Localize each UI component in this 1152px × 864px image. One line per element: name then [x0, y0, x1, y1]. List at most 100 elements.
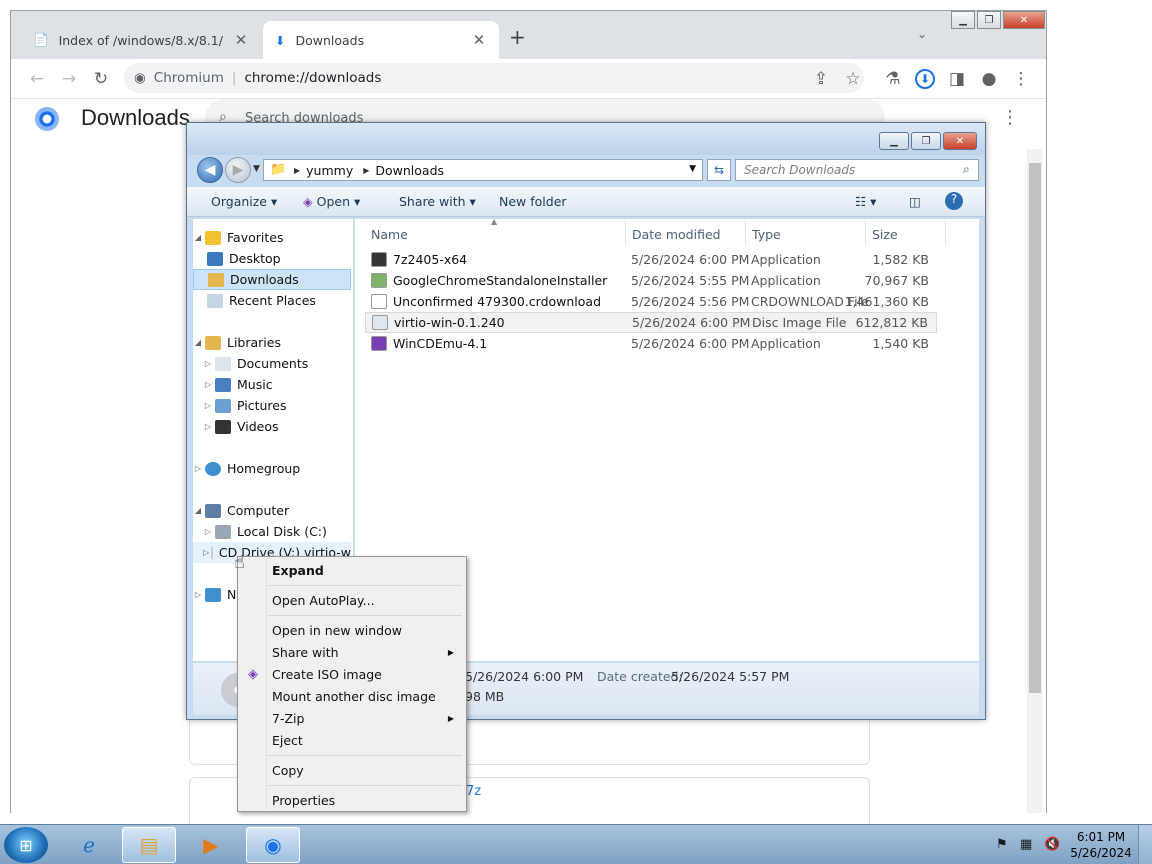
scrollbar-thumb[interactable] [1029, 163, 1041, 693]
menu-item-create-iso[interactable]: ◈ Create ISO image [240, 663, 464, 685]
recent-places-icon [207, 293, 223, 308]
reload-icon[interactable]: ↻ [89, 67, 113, 91]
show-desktop-button[interactable] [1138, 825, 1152, 864]
omnibox-url: chrome://downloads [244, 70, 382, 86]
nav-videos[interactable]: ▷ Videos [193, 416, 351, 437]
address-bar[interactable]: 📁 ▶ yummy ▶ Downloads ▼ [263, 159, 703, 181]
nav-favorites[interactable]: ◢ Favorites [193, 227, 351, 248]
breadcrumb-item[interactable]: yummy [306, 163, 353, 178]
bookmark-star-icon[interactable]: ☆ [841, 67, 865, 91]
preview-pane-icon[interactable]: ◫ [909, 194, 921, 209]
volume-muted-icon[interactable]: 🔇 [1044, 837, 1060, 852]
file-row[interactable]: Unconfirmed 479300.crdownload 5/26/2024 … [365, 291, 937, 312]
file-row[interactable]: GoogleChromeStandaloneInstaller 5/26/202… [365, 270, 937, 291]
nav-downloads[interactable]: Downloads [193, 269, 351, 290]
nav-homegroup[interactable]: ▷ Homegroup [193, 458, 351, 479]
folder-icon: 📁 [270, 162, 287, 177]
profile-avatar-icon[interactable]: ● [977, 67, 1001, 91]
side-panel-icon[interactable]: ◨ [945, 67, 969, 91]
page-title: Downloads [81, 105, 190, 130]
recent-pages-icon[interactable]: ▼ [253, 164, 260, 174]
menu-item-share-with[interactable]: Share with ▶ [240, 641, 464, 663]
column-name[interactable]: Name [371, 227, 408, 242]
more-actions-icon[interactable]: ⋮ [1001, 107, 1019, 128]
close-window-button[interactable]: ✕ [943, 132, 977, 150]
column-date-modified[interactable]: Date modified [632, 227, 721, 242]
breadcrumb-item[interactable]: Downloads [375, 163, 444, 178]
column-size[interactable]: Size [872, 227, 898, 242]
minimize-button[interactable]: ▁ [879, 132, 909, 150]
minimize-button[interactable]: ▁ [951, 11, 975, 29]
clock[interactable]: 6:01 PM 5/26/2024 [1066, 829, 1136, 861]
new-tab-button[interactable]: + [509, 25, 526, 49]
tab-index[interactable]: 📄 Index of /windows/8.x/8.1/ ✕ [21, 21, 261, 59]
nav-music[interactable]: ▷ Music [193, 374, 351, 395]
download-icon: ⬇ [275, 32, 286, 48]
downloads-icon[interactable]: ⬇ [915, 69, 935, 89]
explorer-search-input[interactable]: Search Downloads [735, 159, 979, 181]
hand-cursor-icon: ☝ [234, 552, 245, 573]
back-icon[interactable]: ◀ [197, 157, 223, 183]
wincdemu-icon: ◈ [303, 194, 313, 209]
view-options-icon[interactable]: ☷ ▾ [855, 194, 876, 209]
open-button[interactable]: ◈ Open ▾ [303, 194, 360, 209]
download-filename-link[interactable]: 7z [466, 784, 481, 799]
action-center-flag-icon[interactable]: ⚑ [996, 837, 1008, 852]
refresh-icon[interactable]: ⇆ [707, 159, 731, 181]
7zip-icon [371, 252, 387, 267]
menu-item-open-new-window[interactable]: Open in new window [240, 619, 464, 641]
start-button[interactable]: ⊞ [4, 827, 48, 863]
star-icon [205, 230, 221, 245]
nav-documents[interactable]: ▷ Documents [193, 353, 351, 374]
omnibox[interactable]: ◉ Chromium | chrome://downloads [124, 63, 864, 93]
nav-desktop[interactable]: Desktop [193, 248, 351, 269]
pictures-icon [215, 398, 231, 413]
file-row[interactable]: 7z2405-x64 5/26/2024 6:00 PM Application… [365, 249, 937, 270]
menu-item-properties[interactable]: Properties [240, 789, 464, 811]
internet-explorer-icon[interactable]: ℯ [62, 827, 116, 863]
address-dropdown-icon[interactable]: ▼ [689, 164, 696, 174]
help-icon[interactable]: ? [945, 192, 963, 210]
nav-pictures[interactable]: ▷ Pictures [193, 395, 351, 416]
forward-icon[interactable]: ▶ [225, 157, 251, 183]
cd-drive-icon [211, 545, 213, 560]
chromium-taskbar-icon[interactable]: ◉ [246, 827, 300, 863]
menu-item-mount-disc[interactable]: Mount another disc image [240, 685, 464, 707]
browser-toolbar: ← → ↻ ◉ Chromium | chrome://downloads ⇪ … [11, 59, 1046, 99]
menu-icon[interactable]: ⋮ [1009, 67, 1033, 91]
new-folder-button[interactable]: New folder [499, 194, 567, 209]
forward-icon[interactable]: → [57, 67, 81, 91]
share-with-button[interactable]: Share with ▾ [399, 194, 476, 209]
file-row[interactable]: WinCDEmu-4.1 5/26/2024 6:00 PM Applicati… [365, 333, 937, 354]
media-player-icon[interactable]: ▶ [184, 827, 238, 863]
close-tab-icon[interactable]: ✕ [233, 31, 249, 49]
file-row[interactable]: virtio-win-0.1.240 5/26/2024 6:00 PM Dis… [365, 312, 937, 333]
menu-item-7zip[interactable]: 7-Zip ▶ [240, 707, 464, 729]
libraries-icon [205, 335, 221, 350]
menu-item-copy[interactable]: Copy [240, 759, 464, 781]
downloads-folder-icon [208, 272, 224, 287]
close-tab-icon[interactable]: ✕ [471, 31, 487, 49]
nav-local-disk[interactable]: ▷ Local Disk (C:) [193, 521, 351, 542]
tab-search-icon[interactable]: ⌄ [917, 27, 927, 41]
menu-item-eject[interactable]: Eject [240, 729, 464, 751]
organize-button[interactable]: Organize ▾ [211, 194, 277, 209]
nav-recent-places[interactable]: Recent Places [193, 290, 351, 311]
menu-item-open-autoplay[interactable]: Open AutoPlay... [240, 589, 464, 611]
share-icon[interactable]: ⇪ [809, 67, 833, 91]
back-icon[interactable]: ← [25, 67, 49, 91]
maximize-button[interactable]: ❐ [977, 11, 1001, 29]
maximize-button[interactable]: ❐ [911, 132, 941, 150]
menu-item-expand[interactable]: Expand [240, 559, 464, 581]
labs-flask-icon[interactable]: ⚗ [881, 67, 905, 91]
nav-libraries[interactable]: ◢ Libraries [193, 332, 351, 353]
chromium-icon: ◉ [134, 70, 146, 86]
network-tray-icon[interactable]: ▦ [1020, 837, 1032, 852]
column-type[interactable]: Type [752, 227, 781, 242]
nav-computer[interactable]: ◢ Computer [193, 500, 351, 521]
computer-icon [205, 503, 221, 518]
file-explorer-icon[interactable]: ▤ [122, 827, 176, 863]
omnibox-site: Chromium [153, 70, 224, 86]
close-window-button[interactable]: ✕ [1003, 11, 1045, 29]
tab-downloads[interactable]: ⬇ Downloads ✕ [263, 21, 499, 59]
